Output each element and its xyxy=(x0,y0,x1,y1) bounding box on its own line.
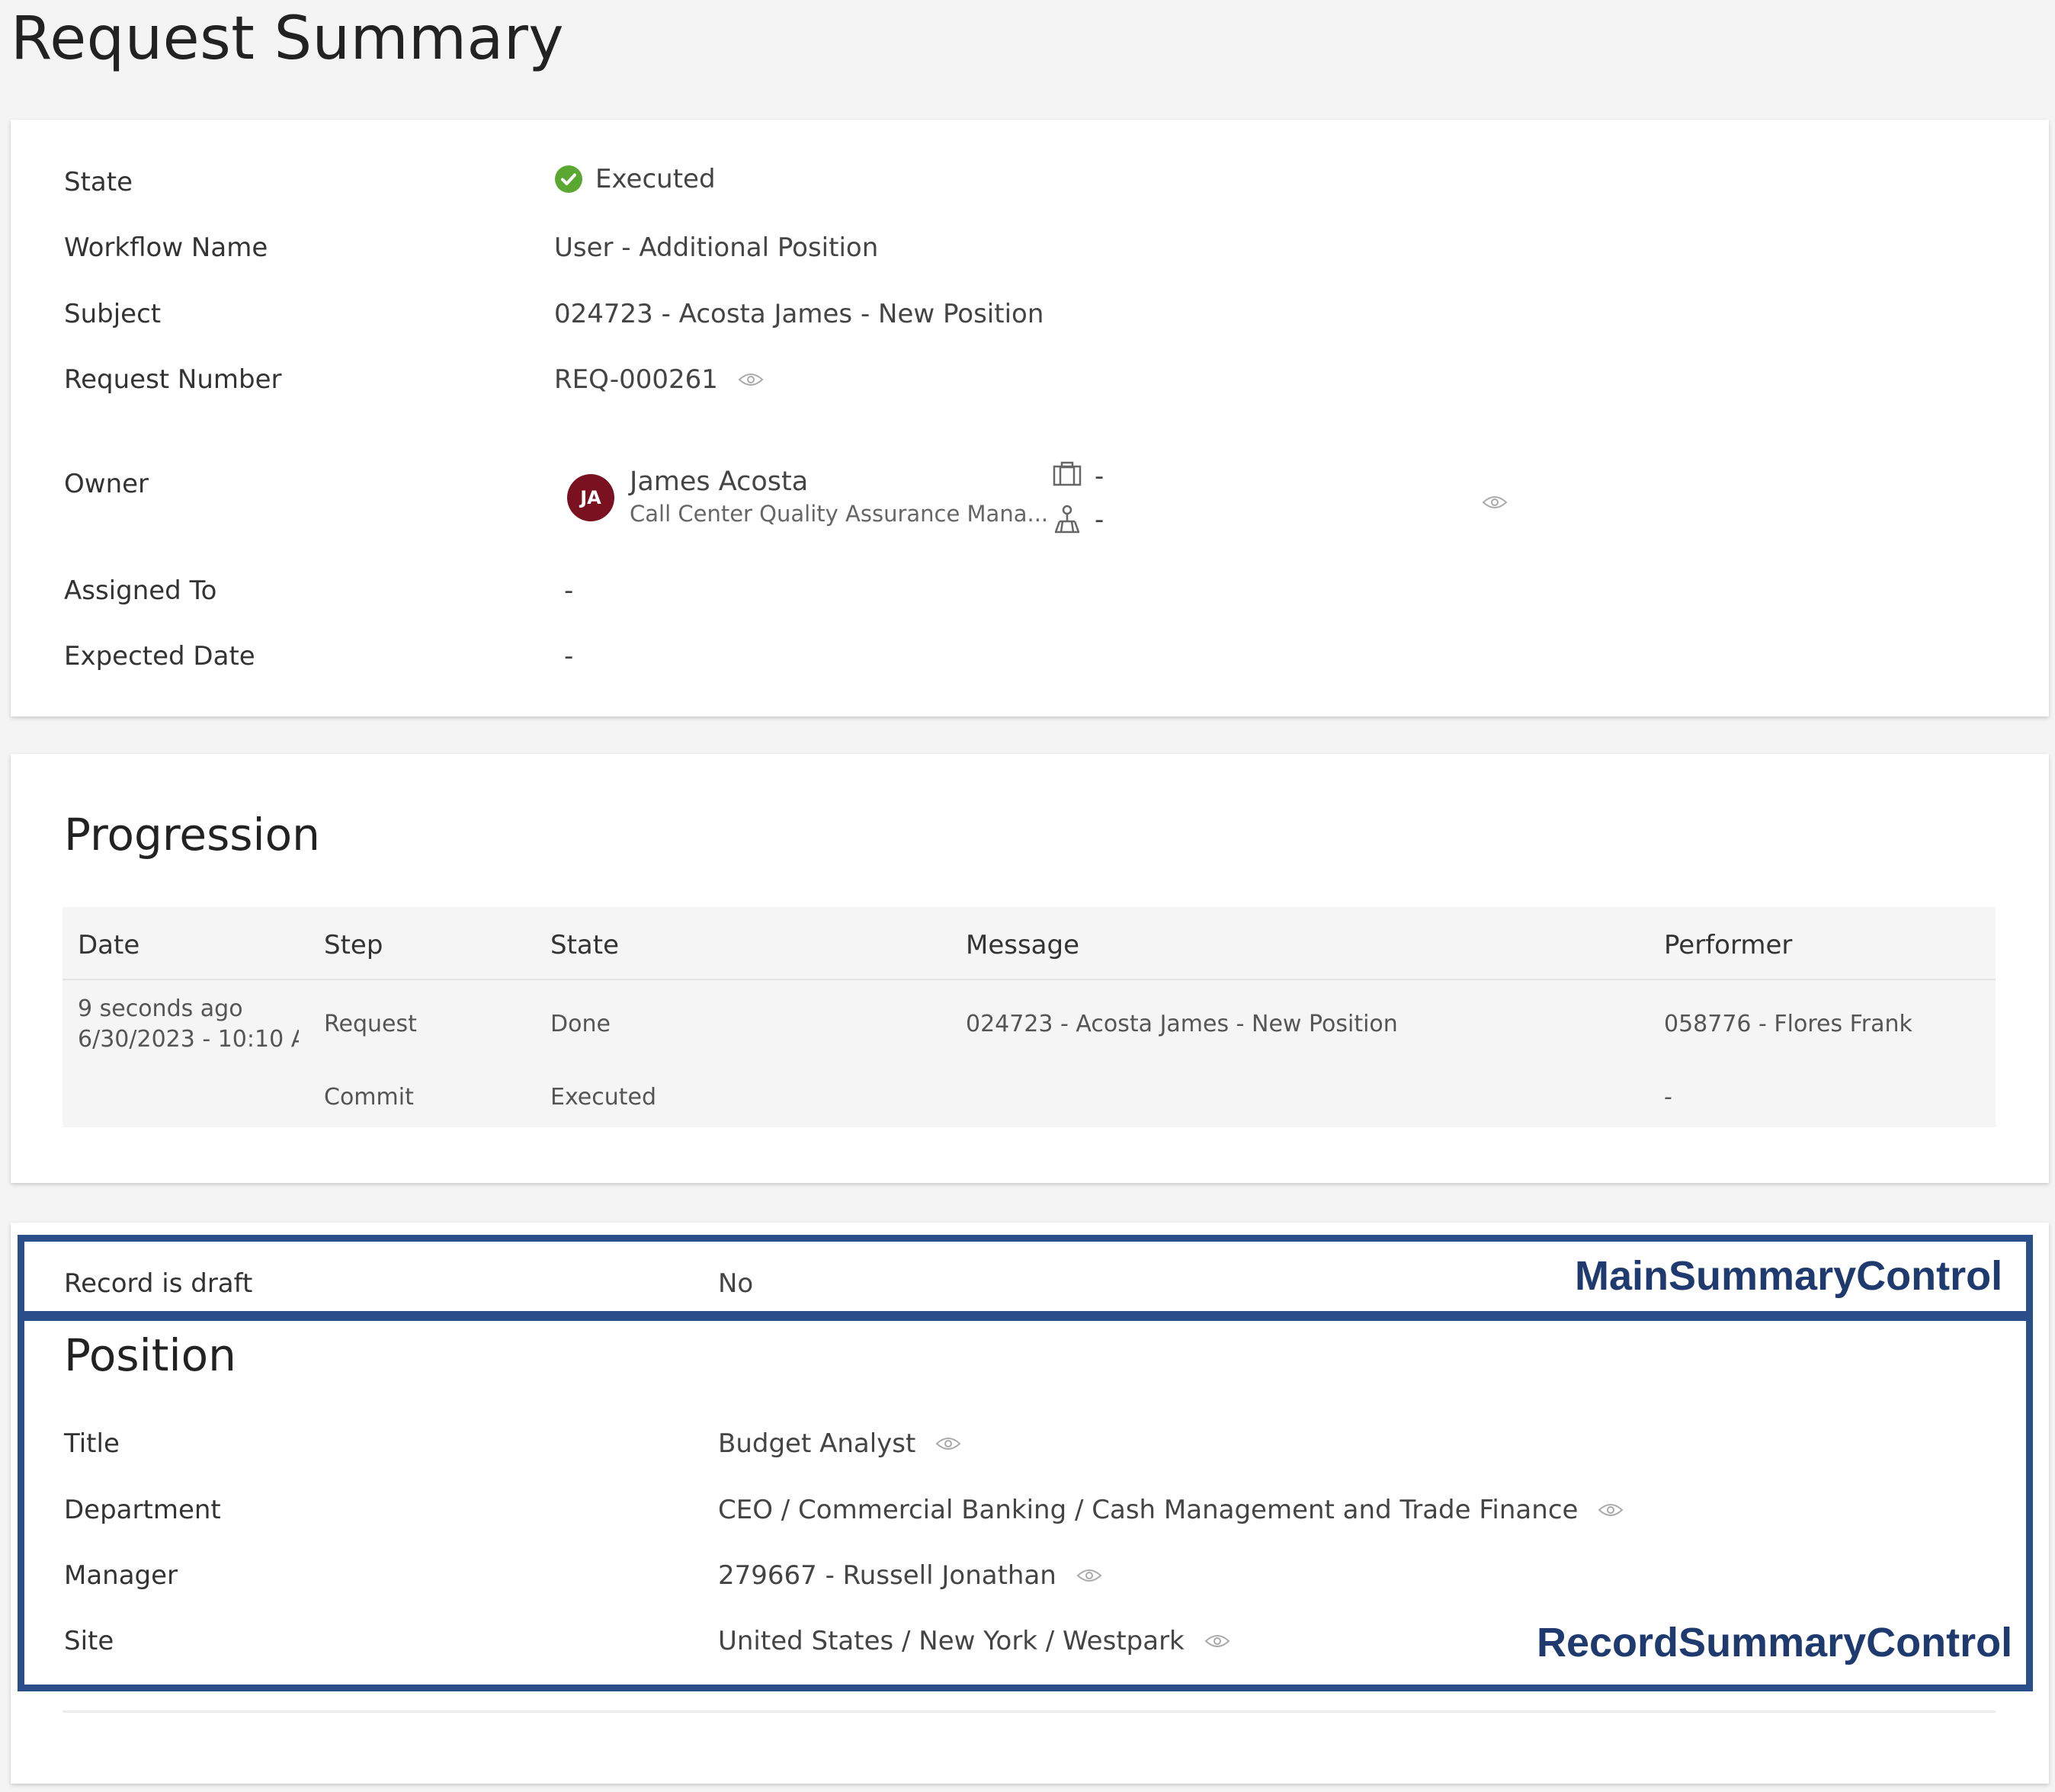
col-header-date[interactable]: Date xyxy=(78,930,139,960)
main-summary-control-label: MainSummaryControl xyxy=(1575,1253,2003,1299)
owner-label: Owner xyxy=(64,469,149,499)
row-step: Request xyxy=(324,1011,417,1037)
eye-icon[interactable] xyxy=(738,372,764,387)
row-date-absolute: 6/30/2023 - 10:10 AM xyxy=(78,1026,299,1053)
eye-icon[interactable] xyxy=(1482,495,1508,510)
record-summary-control-label: RecordSummaryControl xyxy=(1537,1620,2013,1665)
expected-date-value: - xyxy=(564,641,574,672)
state-label: State xyxy=(64,167,133,197)
row-message: 024723 - Acosta James - New Position xyxy=(966,1011,1398,1037)
owner-org-value: - xyxy=(1095,461,1104,492)
expected-date-label: Expected Date xyxy=(64,641,255,672)
table-header-divider xyxy=(63,979,1996,980)
page-title: Request Summary xyxy=(11,5,565,73)
request-number-label: Request Number xyxy=(64,364,282,395)
row-performer: 058776 - Flores Frank xyxy=(1664,1011,1912,1037)
request-summary-card: State Executed Workflow Name User - Addi… xyxy=(11,120,2049,716)
col-header-message[interactable]: Message xyxy=(966,930,1079,960)
row-state: Done xyxy=(550,1011,611,1037)
col-header-step[interactable]: Step xyxy=(324,930,383,960)
briefcase-icon xyxy=(1053,461,1082,486)
col-header-performer[interactable]: Performer xyxy=(1664,930,1792,960)
check-circle-icon xyxy=(555,165,582,193)
request-number-value: REQ-000261 xyxy=(554,364,764,395)
row-state: Executed xyxy=(550,1084,657,1111)
card-bottom-divider xyxy=(63,1710,1996,1713)
owner-name[interactable]: James Acosta xyxy=(630,466,808,497)
assigned-to-label: Assigned To xyxy=(64,575,217,606)
state-value-text: Executed xyxy=(595,164,716,194)
subject-label: Subject xyxy=(64,299,162,329)
assigned-to-value: - xyxy=(564,575,574,606)
row-step: Commit xyxy=(324,1084,414,1111)
row-performer: - xyxy=(1664,1084,1672,1111)
request-number-text: REQ-000261 xyxy=(554,364,718,395)
owner-job-title: Call Center Quality Assurance Mana... xyxy=(630,501,1049,527)
avatar: JA xyxy=(567,474,614,521)
progression-title: Progression xyxy=(64,809,320,861)
row-date-relative: 9 seconds ago xyxy=(78,995,243,1022)
workflow-name-value: User - Additional Position xyxy=(554,232,879,263)
progression-card: Progression Date Step State Message Perf… xyxy=(11,754,2049,1183)
subject-value: 024723 - Acosta James - New Position xyxy=(554,299,1044,329)
col-header-state[interactable]: State xyxy=(550,930,619,960)
state-value: Executed xyxy=(554,164,716,194)
location-icon xyxy=(1054,505,1080,534)
progression-table: Date Step State Message Performer 9 seco… xyxy=(63,907,1996,1127)
owner-location-value: - xyxy=(1095,505,1104,535)
workflow-name-label: Workflow Name xyxy=(64,232,268,263)
